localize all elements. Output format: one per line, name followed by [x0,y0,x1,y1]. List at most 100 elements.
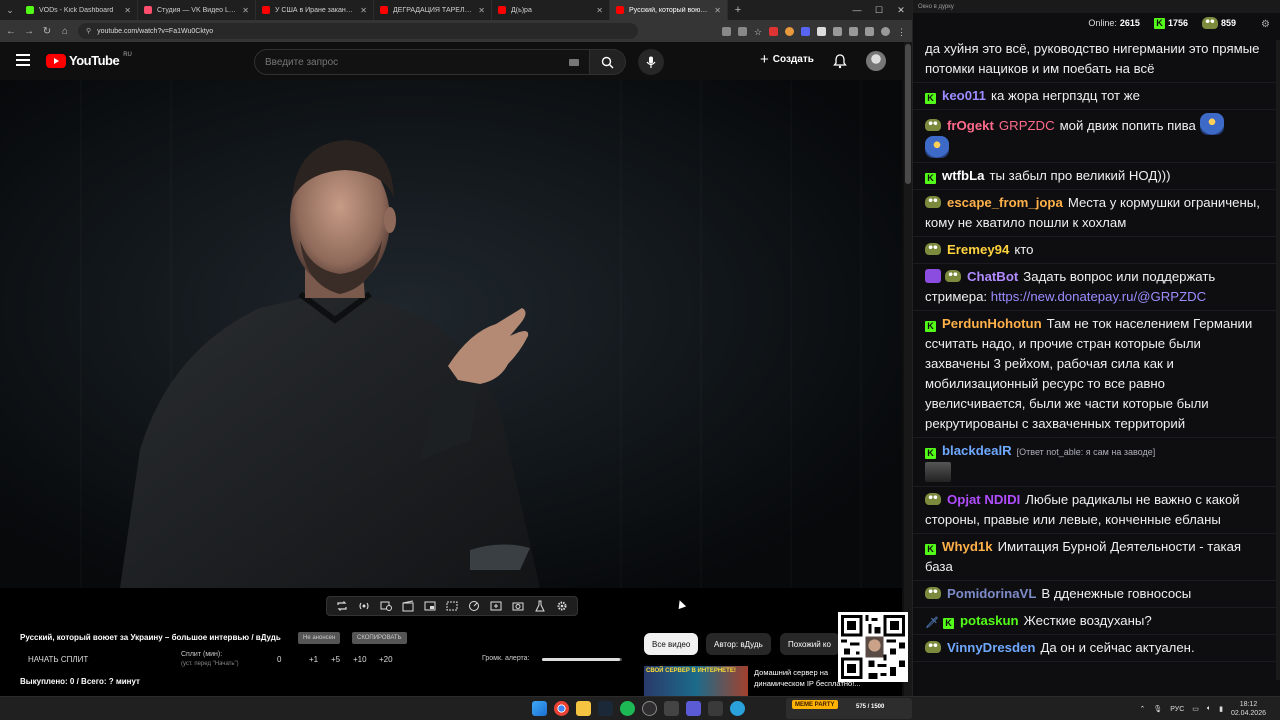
player-icon[interactable] [686,701,701,716]
forward-icon[interactable]: → [24,26,34,37]
minimize-icon[interactable]: — [846,5,868,16]
search-button[interactable] [590,49,626,75]
controller-icon[interactable] [664,701,679,716]
chat-username[interactable]: PomidorinaVL [947,586,1036,601]
chat-username[interactable]: wtfbLa [942,168,985,183]
chat-username[interactable]: Opjat NDIDI [947,492,1020,507]
tab-close-icon[interactable]: ✕ [124,6,131,15]
url-field[interactable]: ⚲ youtube.com/watch?v=Fa1Wu0Cktyo [78,23,638,39]
chat-username[interactable]: escape_from_jopa [947,195,1063,210]
speed-gauge-icon[interactable] [467,599,481,613]
downloads-icon[interactable] [849,26,858,36]
account-avatar[interactable] [866,51,886,71]
add-frame-icon[interactable] [489,599,503,613]
start-split-button[interactable]: НАЧАТЬ СПЛИТ [28,655,88,664]
split-plus-1-button[interactable]: +1 [309,655,318,664]
voice-search-button[interactable] [638,49,664,75]
notifications-bell-icon[interactable] [832,53,848,69]
tab-search-icon[interactable]: ⌄ [0,0,20,20]
close-window-icon[interactable]: ✕ [890,5,912,16]
tab-groups-icon[interactable] [865,26,874,36]
picture-in-picture-icon[interactable] [423,599,437,613]
tab-close-icon[interactable]: ✕ [360,6,367,15]
windows-start-icon[interactable] [532,701,547,716]
cast-icon[interactable] [721,26,731,36]
extension-puzzle-icon[interactable] [833,26,842,36]
page-scrollbar-thumb[interactable] [905,44,911,184]
screenshot-camera-icon[interactable] [511,599,525,613]
split-plus-20-button[interactable]: +20 [379,655,393,664]
chip-author[interactable]: Автор: вДудь [706,633,771,655]
alert-volume-slider[interactable] [542,658,622,661]
chat-username[interactable]: frOgekt [947,118,994,133]
menu-icon[interactable] [16,54,30,66]
chat-link[interactable]: https://new.donatepay.ru/@GRPZDC [991,289,1206,304]
chat-username[interactable]: keo011 [942,88,986,103]
meme-party-widget[interactable]: MEME PARTY 575 / 1500 [786,698,912,719]
keyboard-icon[interactable] [569,58,579,66]
search-input[interactable] [265,56,569,68]
bookmark-star-icon[interactable]: ☆ [754,27,762,37]
split-plus-5-button[interactable]: +5 [331,655,340,664]
spotify-icon[interactable] [620,701,635,716]
create-button[interactable]: + Создать [760,52,814,67]
obs-icon[interactable] [642,701,657,716]
zoom-icon[interactable] [737,26,747,36]
youtube-logo[interactable]: YouTube RU [46,52,132,68]
back-icon[interactable]: ← [6,26,16,37]
extension-discord-icon[interactable] [801,26,810,36]
film-strip-icon[interactable] [445,599,459,613]
chat-settings-gear-icon[interactable]: ⚙ [1261,19,1270,30]
chat-username[interactable]: Eremey94 [947,242,1009,257]
copy-button[interactable]: СКОПИРОВАТЬ [352,632,407,644]
watch-later-icon[interactable] [379,599,393,613]
steam-icon[interactable] [598,701,613,716]
maximize-icon[interactable]: ☐ [868,5,890,16]
chat-username[interactable]: ChatBot [967,269,1018,284]
clapperboard-icon[interactable] [401,599,415,613]
broadcast-icon[interactable] [357,599,371,613]
reply-reference[interactable]: [Ответ not_able: я сам на заводе] [1017,447,1156,457]
network-icon[interactable]: ▭ [1192,705,1199,713]
extension-red-icon[interactable] [769,26,778,36]
split-plus-10-button[interactable]: +10 [353,655,367,664]
chip-similar[interactable]: Похожий ко [780,633,840,655]
language-indicator[interactable]: РУС [1170,706,1184,713]
chat-username[interactable]: blackdealR [942,443,1012,458]
battery-icon[interactable]: ▮ [1219,705,1223,713]
tab-close-icon[interactable]: ✕ [478,6,485,15]
browser-tab[interactable]: У США в Иране заканчиваются ✕ [256,0,374,20]
extension-ghost-icon[interactable] [817,26,826,36]
chat-username[interactable]: Whyd1k [942,539,993,554]
page-scrollbar[interactable] [904,42,912,696]
browser-tab[interactable]: VODs - Kick Dashboard ✕ [20,0,138,20]
window-switch-icon[interactable] [708,701,723,716]
extension-orange-icon[interactable] [785,26,794,36]
chrome-icon[interactable] [554,701,569,716]
browser-tab[interactable]: Д(ь)ра ✕ [492,0,610,20]
mic-tray-icon[interactable]: 🎙︎ [1153,705,1162,713]
chip-all-videos[interactable]: Все видео [644,633,699,655]
chat-scrollbar[interactable] [1276,40,1280,680]
announce-pill[interactable]: Не анонсен [298,632,341,644]
tray-expand-icon[interactable]: ⌃ [1139,705,1145,713]
chat-username-tag[interactable]: GRPZDC [999,118,1055,133]
flask-icon[interactable] [533,599,547,613]
settings-gear-icon[interactable] [555,599,569,613]
recommended-thumbnail[interactable]: СВОЙ СЕРВЕР В ИНТЕРНЕТЕ! [644,666,748,696]
browser-tab[interactable]: Студия — VK Видео Live ✕ [138,0,256,20]
profile-icon[interactable] [881,26,890,36]
browser-menu-icon[interactable]: ⋮ [897,27,906,37]
browser-tab[interactable]: Русский, который воюет за Ук ✕ [610,0,728,20]
volume-icon[interactable]: 🔈︎ [1207,705,1211,713]
video-player[interactable] [0,80,902,588]
home-icon[interactable]: ⌂ [60,26,70,37]
loop-icon[interactable] [335,599,349,613]
chat-username[interactable]: PerdunHohotun [942,316,1042,331]
tab-close-icon[interactable]: ✕ [596,6,603,15]
site-info-icon[interactable]: ⚲ [86,27,91,35]
telegram-icon[interactable] [730,701,745,716]
reload-icon[interactable]: ↻ [42,26,52,37]
tab-close-icon[interactable]: ✕ [714,6,721,15]
tab-close-icon[interactable]: ✕ [242,6,249,15]
